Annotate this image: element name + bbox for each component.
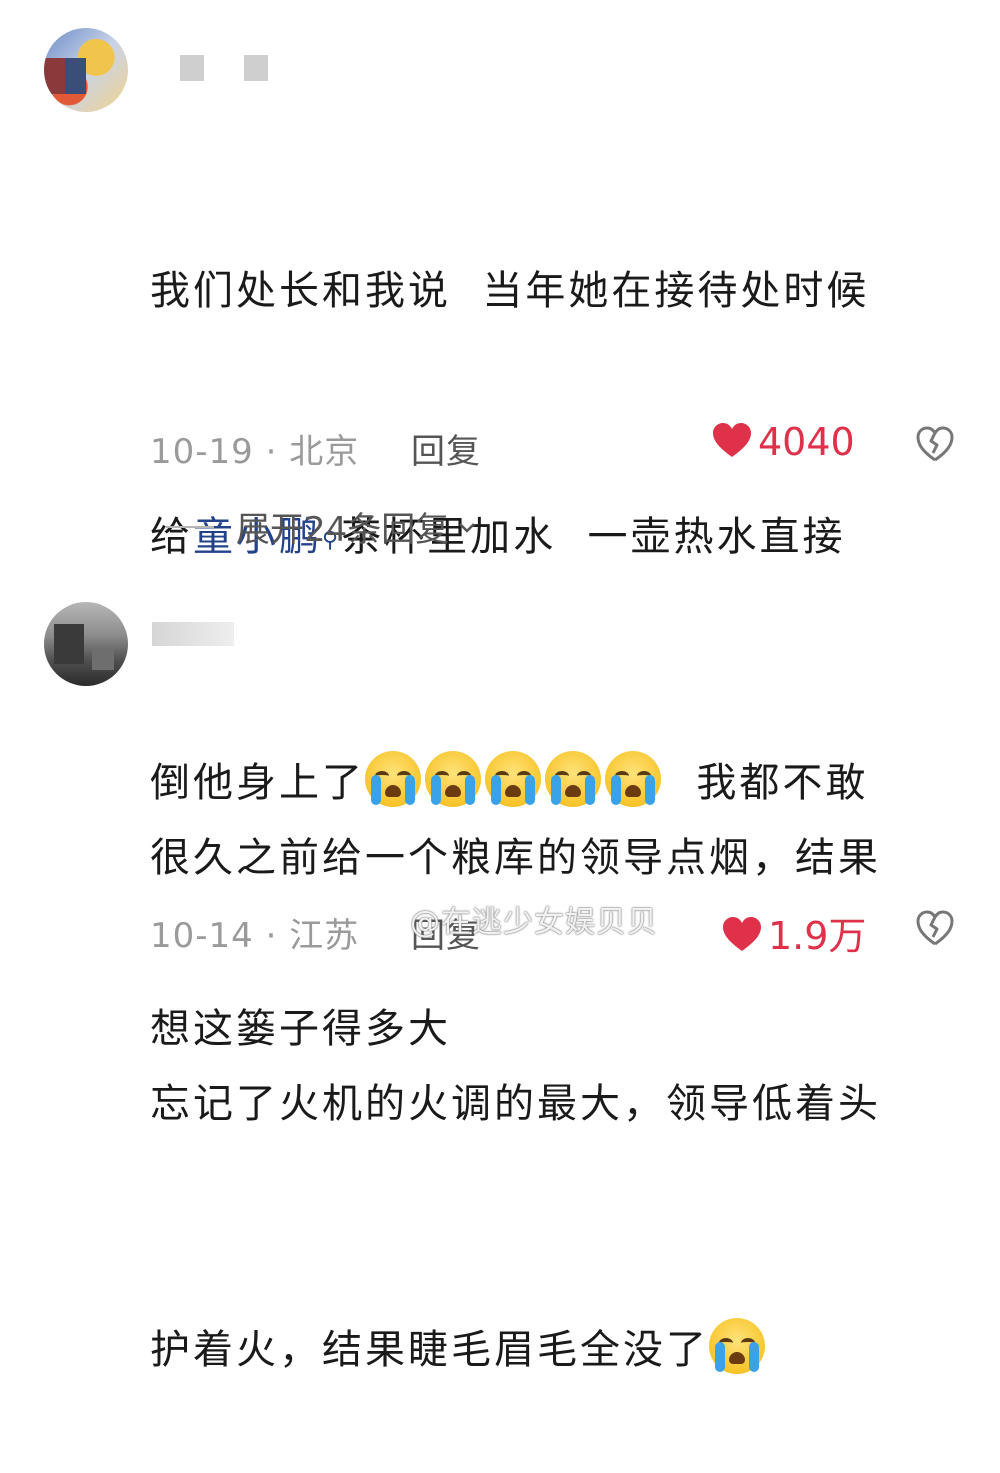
comment-date: 10-19 [150, 432, 254, 472]
comment-line: 我们处长和我说 当年她在接待处时候 [150, 268, 870, 314]
like-button[interactable]: 1.9万 [722, 905, 866, 960]
comment-line: 忘记了火机的火调的最大，领导低着头 [150, 1081, 881, 1127]
watermark: @在逃少女娱贝贝 [410, 905, 658, 940]
comment-location: 江苏 [289, 916, 360, 956]
crying-face-icon [709, 1318, 765, 1374]
chevron-down-icon [459, 522, 476, 533]
username-blurred[interactable] [180, 55, 204, 81]
avatar[interactable] [44, 28, 128, 112]
comment-text: 很久之前给一个粮库的领导点烟，结果 忘记了火机的火调的最大，领导低着头 护着火，… [150, 653, 960, 1473]
comment-date: 10-14 [150, 916, 254, 956]
divider [166, 525, 214, 528]
heart-icon [713, 422, 751, 457]
heart-icon [723, 916, 761, 951]
like-button[interactable]: 4040 [712, 420, 855, 464]
comment-line: 护着火，结果睫毛眉毛全没了 [150, 1309, 960, 1391]
broken-heart-icon[interactable] [916, 426, 954, 464]
username-blurred[interactable] [244, 55, 268, 81]
reply-button[interactable]: 回复 [411, 432, 481, 472]
username-blurred[interactable] [152, 622, 234, 646]
expand-replies-label: 展开24条回复 [236, 510, 450, 550]
expand-replies-button[interactable]: 展开24条回复 [166, 502, 477, 551]
comment-location: 北京 [289, 432, 360, 472]
like-count: 1.9万 [768, 914, 867, 958]
avatar[interactable] [44, 602, 128, 686]
broken-heart-icon[interactable] [916, 910, 954, 948]
like-count: 4040 [758, 420, 855, 464]
comment-meta: 10-19 · 北京 回复 [150, 432, 482, 472]
comment-line: 很久之前给一个粮库的领导点烟，结果 [150, 835, 881, 881]
